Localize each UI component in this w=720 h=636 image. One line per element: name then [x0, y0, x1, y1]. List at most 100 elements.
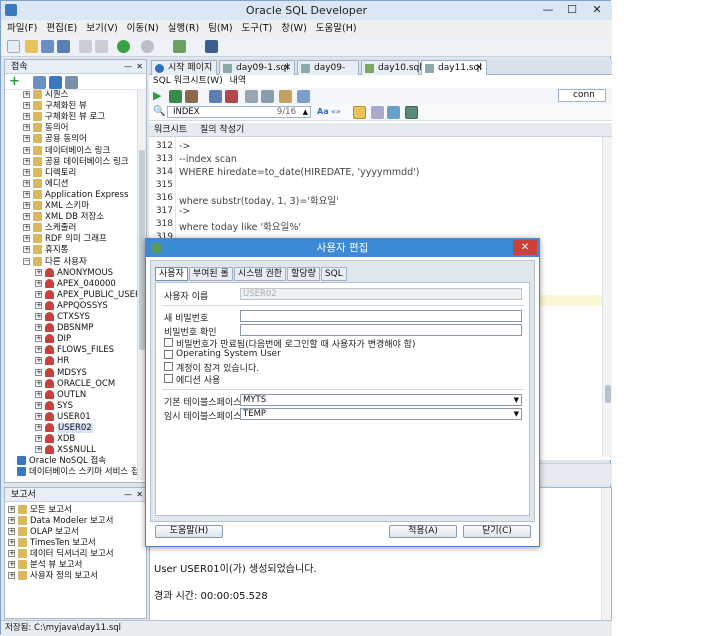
schema-icon[interactable]	[65, 76, 78, 89]
password-expired-checkbox[interactable]	[164, 338, 173, 347]
format-icon[interactable]	[279, 90, 292, 103]
menu-view[interactable]: 보기(V)	[86, 20, 117, 37]
close-tab-icon[interactable]: ✕	[475, 61, 483, 75]
expand-icon[interactable]: +	[35, 412, 42, 420]
highlight-icon[interactable]	[353, 106, 366, 119]
match-case-icon[interactable]: Aa	[317, 106, 330, 119]
run-script-icon[interactable]	[169, 90, 182, 103]
expand-icon[interactable]: +	[23, 135, 30, 143]
regex-icon[interactable]	[371, 106, 384, 119]
wrap-icon[interactable]	[387, 106, 400, 119]
tree-item[interactable]: +Oracle NoSQL 접속	[7, 456, 106, 467]
expand-icon[interactable]: +	[23, 168, 30, 176]
tab-query-builder[interactable]: 질의 작성기	[195, 125, 249, 135]
whole-word-icon[interactable]: «»	[331, 106, 344, 119]
tree-item[interactable]: + 공용 데이터베이스 링크	[23, 156, 129, 168]
filter-icon[interactable]	[49, 76, 62, 89]
tree-item[interactable]: + 시퀀스	[23, 90, 68, 101]
connection-icon[interactable]	[173, 40, 186, 53]
tab-day11[interactable]: day11.sql ✕	[421, 60, 487, 75]
tree-item[interactable]: + USER02	[35, 423, 93, 434]
editions-enabled-checkbox[interactable]	[164, 374, 173, 383]
back-icon[interactable]	[117, 40, 130, 53]
tree-item[interactable]: + RDF 의미 그래프	[23, 234, 107, 245]
tree-item[interactable]: + 디렉토리	[23, 167, 76, 179]
unshared-icon[interactable]	[245, 90, 258, 103]
output-scrollbar[interactable]	[601, 488, 611, 621]
tree-item[interactable]: + 에디션	[23, 178, 68, 190]
tab-start-page[interactable]: 시작 페이지	[151, 60, 217, 75]
report-item[interactable]: + Data Modeler 보고서	[8, 516, 113, 527]
expand-icon[interactable]: +	[23, 157, 30, 165]
tree-item[interactable]: + APPQOSSYS	[35, 300, 108, 312]
tree-item[interactable]: + XML DB 저장소	[23, 212, 104, 223]
expand-icon[interactable]: +	[23, 102, 30, 110]
scrollbar-thumb[interactable]	[605, 385, 611, 403]
clear-icon[interactable]	[297, 90, 310, 103]
tree-item[interactable]: + 스케줄러	[23, 223, 76, 234]
save-all-icon[interactable]	[57, 40, 70, 53]
default-tablespace-select[interactable]: MYTS ▼	[240, 394, 522, 406]
close-panel-icon[interactable]: ✕	[136, 60, 143, 74]
tree-item[interactable]: + SYS	[35, 400, 73, 412]
tab-system-privileges[interactable]: 시스템 권한	[233, 267, 287, 281]
expand-icon[interactable]: +	[23, 213, 30, 221]
report-item[interactable]: + OLAP 보고서	[8, 527, 79, 538]
monitor-icon[interactable]	[205, 40, 218, 53]
menu-navigate[interactable]: 이동(N)	[127, 20, 159, 37]
expand-icon[interactable]: +	[35, 346, 42, 354]
expand-icon[interactable]: +	[23, 91, 30, 98]
report-item[interactable]: + TimesTen 보고서	[8, 538, 96, 549]
tree-item[interactable]: + APEX_PUBLIC_USER	[35, 289, 141, 301]
minimize-panel-icon[interactable]: —	[124, 488, 132, 502]
tree-item[interactable]: + XS$NULL	[35, 445, 96, 456]
subtab-history[interactable]: 내역	[230, 76, 247, 86]
tab-day10[interactable]: day10.sql	[361, 60, 422, 75]
tree-item[interactable]: + 데이터베이스 링크	[23, 145, 110, 157]
tree-item[interactable]: + 동의어	[23, 123, 68, 134]
account-locked-checkbox[interactable]	[164, 362, 173, 371]
tree-item[interactable]: − 다른 사용자	[23, 256, 87, 268]
tab-user[interactable]: 사용자	[155, 267, 188, 281]
subtab-worksheet[interactable]: SQL 워크시트(W)	[153, 76, 223, 86]
expand-icon[interactable]: +	[35, 324, 42, 332]
expand-icon[interactable]: +	[35, 379, 42, 387]
tree-item[interactable]: + ORACLE_OCM	[35, 378, 115, 390]
tree-item[interactable]: +데이터베이스 스키마 서비스 접속	[7, 467, 146, 478]
expand-icon[interactable]: +	[23, 246, 30, 254]
tree-item[interactable]: + MDSYS	[35, 367, 87, 379]
expand-icon[interactable]: +	[35, 290, 42, 298]
menu-tools[interactable]: 도구(T)	[242, 20, 273, 37]
search-input[interactable]: INDEX 9/16 ▲	[167, 106, 311, 118]
tab-quotas[interactable]: 할당량	[287, 267, 320, 281]
apply-button[interactable]: 적용(A)	[389, 525, 457, 538]
tree-item[interactable]: + HR	[35, 356, 69, 367]
expand-icon[interactable]: +	[35, 335, 42, 343]
expand-icon[interactable]: +	[23, 146, 30, 154]
minimize-panel-icon[interactable]: —	[124, 60, 132, 74]
expand-icon[interactable]: +	[35, 435, 42, 443]
expand-icon[interactable]: +	[35, 279, 42, 287]
tree-item[interactable]: + OUTLN	[35, 389, 86, 401]
connection-selector[interactable]: conn	[558, 89, 606, 102]
expand-icon[interactable]: +	[23, 235, 30, 243]
expand-icon[interactable]: +	[35, 357, 42, 365]
minimize-button[interactable]: —	[536, 2, 560, 18]
save-icon[interactable]	[41, 40, 54, 53]
report-item[interactable]: + 분석 뷰 보고서	[8, 560, 82, 571]
tree-item[interactable]: + XDB	[35, 434, 75, 445]
editor-scrollbar[interactable]	[602, 137, 612, 457]
menu-help[interactable]: 도움말(H)	[316, 20, 357, 37]
autotrace-icon[interactable]	[185, 90, 198, 103]
close-tab-icon[interactable]: ✕	[283, 61, 291, 75]
help-button[interactable]: 도움말(H)	[155, 525, 223, 538]
tree-item[interactable]: + FLOWS_FILES	[35, 345, 114, 356]
open-icon[interactable]	[25, 40, 38, 53]
expand-icon[interactable]: +	[8, 561, 15, 568]
commit-icon[interactable]	[209, 90, 222, 103]
new-password-field[interactable]	[240, 310, 522, 322]
tab-sql[interactable]: SQL	[320, 267, 347, 281]
expand-icon[interactable]: +	[35, 446, 42, 454]
expand-icon[interactable]: +	[8, 506, 15, 513]
expand-icon[interactable]: +	[23, 224, 30, 232]
